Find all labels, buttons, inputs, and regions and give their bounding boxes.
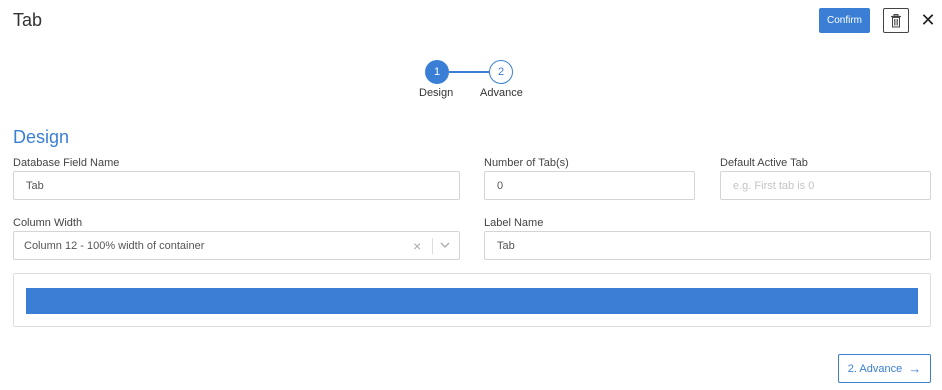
close-icon[interactable]: ✕ xyxy=(919,10,937,30)
column-width-select[interactable]: Column 12 - 100% width of container xyxy=(13,231,460,260)
advance-button-label: 2. Advance xyxy=(847,362,903,375)
tab-preview-bar xyxy=(26,288,918,314)
clear-icon[interactable]: × xyxy=(413,238,421,254)
db-field-name-input[interactable]: Tab xyxy=(13,171,460,200)
section-title: Design xyxy=(13,127,70,147)
default-active-tab-label: Default Active Tab xyxy=(720,157,808,169)
dialog-title: Tab xyxy=(13,10,43,30)
select-separator xyxy=(432,238,433,254)
step-2-circle[interactable]: 2 xyxy=(489,60,513,84)
column-width-label: Column Width xyxy=(13,217,83,229)
step-1-circle[interactable]: 1 xyxy=(425,60,449,84)
label-name-input[interactable]: Tab xyxy=(484,231,931,260)
default-active-tab-input[interactable]: e.g. First tab is 0 xyxy=(720,171,931,200)
trash-icon xyxy=(891,13,901,27)
label-name-label: Label Name xyxy=(484,217,544,229)
num-tabs-label: Number of Tab(s) xyxy=(484,157,569,169)
step-1-label[interactable]: Design xyxy=(419,87,453,99)
delete-button[interactable] xyxy=(883,8,909,33)
confirm-button[interactable]: Confirm xyxy=(819,8,870,33)
step-2-label[interactable]: Advance xyxy=(480,87,523,99)
num-tabs-input[interactable]: 0 xyxy=(484,171,695,200)
stepper-connector xyxy=(449,71,489,73)
chevron-down-icon[interactable] xyxy=(439,239,451,251)
advance-button[interactable]: 2. Advance → xyxy=(838,354,931,383)
db-field-name-label: Database Field Name xyxy=(13,157,120,169)
arrow-right-icon: → xyxy=(908,361,922,376)
column-width-value: Column 12 - 100% width of container xyxy=(24,239,205,252)
